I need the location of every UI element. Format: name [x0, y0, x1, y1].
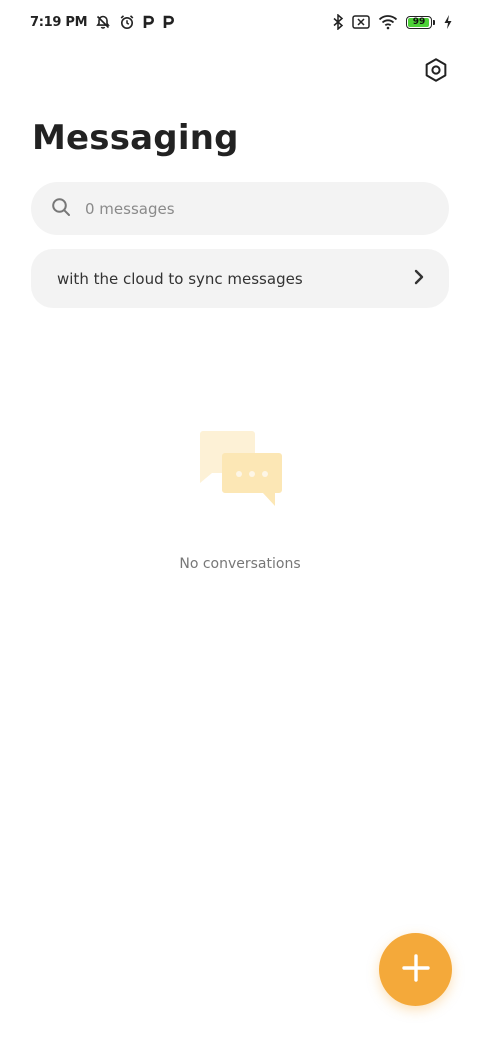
status-bar: 7:19 PM 99: [0, 0, 480, 44]
bluetooth-icon: [332, 14, 344, 30]
notifications-off-icon: [95, 14, 111, 30]
status-bar-right: 99: [332, 14, 452, 30]
wifi-icon: [378, 14, 398, 30]
settings-button[interactable]: [420, 56, 452, 88]
cloud-sync-banner[interactable]: with the cloud to sync messages: [31, 249, 449, 308]
alarm-icon: [119, 14, 135, 30]
search-input[interactable]: [83, 198, 407, 219]
charging-icon: [444, 15, 452, 29]
status-time: 7:19 PM: [30, 14, 88, 30]
battery-icon: 99: [406, 15, 435, 29]
empty-conversations-illustration: [194, 428, 286, 510]
battery-level: 99: [412, 16, 426, 27]
gear-icon: [423, 57, 449, 87]
page-title: Messaging: [32, 118, 239, 158]
no-sim-icon: [352, 15, 370, 29]
status-bar-left: 7:19 PM: [30, 14, 175, 30]
chevron-right-icon: [413, 268, 425, 290]
p-app-icon: [143, 15, 155, 29]
search-bar[interactable]: [31, 182, 449, 235]
cloud-sync-text: with the cloud to sync messages: [57, 269, 303, 288]
search-icon: [51, 197, 71, 221]
messaging-screen: 7:19 PM 99 Messaging 0 messages with the…: [0, 0, 480, 1040]
plus-icon: [401, 953, 431, 987]
empty-state-text: No conversations: [179, 556, 301, 572]
p-app-icon: [163, 15, 175, 29]
new-conversation-button[interactable]: [379, 933, 452, 1006]
